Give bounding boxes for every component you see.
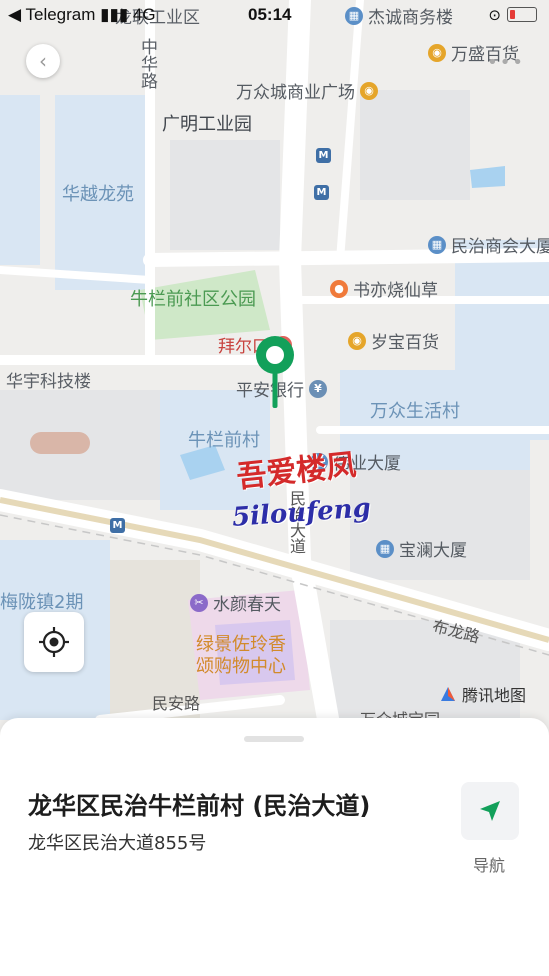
navigate-label: 导航 — [473, 856, 506, 875]
chevron-left-icon: ‹ — [39, 49, 47, 73]
poi-lvjing[interactable]: 绿景佐玲香颂购物中心 — [196, 634, 300, 677]
bank-icon: ¥ — [309, 379, 327, 398]
more-icon[interactable]: ••• — [487, 52, 525, 73]
area-label: 牛栏前村 — [188, 430, 260, 451]
road-label: 中华路 — [137, 38, 157, 89]
status-bar: ◀ Telegram ▮▮▮ 4G 05:14 ⊙ — [0, 0, 549, 30]
locate-me-button[interactable] — [24, 612, 84, 672]
metro-icon[interactable]: M — [110, 518, 125, 533]
crosshair-icon — [39, 627, 69, 657]
building-icon: ▦ — [428, 235, 446, 254]
building-icon: ▦ — [376, 539, 394, 558]
metro-icon[interactable]: M — [314, 185, 329, 200]
poi-baolan[interactable]: ▦ 宝澜大厦 — [376, 536, 467, 561]
shopping-icon: ◉ — [348, 331, 366, 350]
poi-shuiyan[interactable]: ✂ 水颜春天 — [190, 590, 281, 615]
place-detail-sheet[interactable]: 龙华区民治牛栏前村 (民治大道) 龙华区民治大道855号 导航 — [0, 718, 549, 976]
area-label: 广明工业园 — [162, 114, 252, 135]
clock: 05:14 — [248, 5, 292, 24]
poi-minzhi[interactable]: ▦ 民治商会大厦 — [428, 232, 549, 257]
place-title: 龙华区民治牛栏前村 (民治大道) — [28, 792, 371, 820]
shopping-icon: ◉ — [360, 81, 378, 100]
map-brand: 腾讯地图 — [438, 682, 526, 706]
carrier-text: ◀ Telegram ▮▮▮ 4G — [8, 5, 156, 24]
poi-wanzhong[interactable]: 万众城商业广场 ◉ — [236, 78, 378, 103]
battery-icon — [507, 7, 537, 22]
area-label: 华越龙苑 — [62, 184, 134, 205]
scissors-icon: ✂ — [190, 593, 208, 612]
poi-shuyi[interactable]: ● 书亦烧仙草 — [330, 276, 438, 301]
area-label: 梅陇镇2期 — [0, 592, 84, 613]
navigate-button[interactable] — [461, 782, 519, 840]
drag-handle[interactable] — [244, 736, 304, 742]
road-label: 民安路 — [152, 694, 201, 713]
area-label: 万众生活村 — [370, 401, 460, 422]
location-pin-icon[interactable] — [252, 332, 298, 410]
area-label: 华宇科技楼 — [6, 372, 91, 392]
food-icon: ● — [330, 279, 348, 298]
shopping-icon: ◉ — [428, 43, 446, 62]
place-address: 龙华区民治大道855号 — [28, 833, 207, 854]
back-button[interactable]: ‹ — [26, 44, 60, 78]
metro-icon[interactable]: M — [316, 148, 331, 163]
park-label: 牛栏前社区公园 — [130, 289, 256, 310]
tencent-map-logo-icon — [441, 687, 455, 701]
navigation-arrow-icon — [480, 801, 500, 821]
rotation-lock-icon: ⊙ — [488, 6, 501, 24]
poi-suibao[interactable]: ◉ 岁宝百货 — [348, 328, 439, 353]
